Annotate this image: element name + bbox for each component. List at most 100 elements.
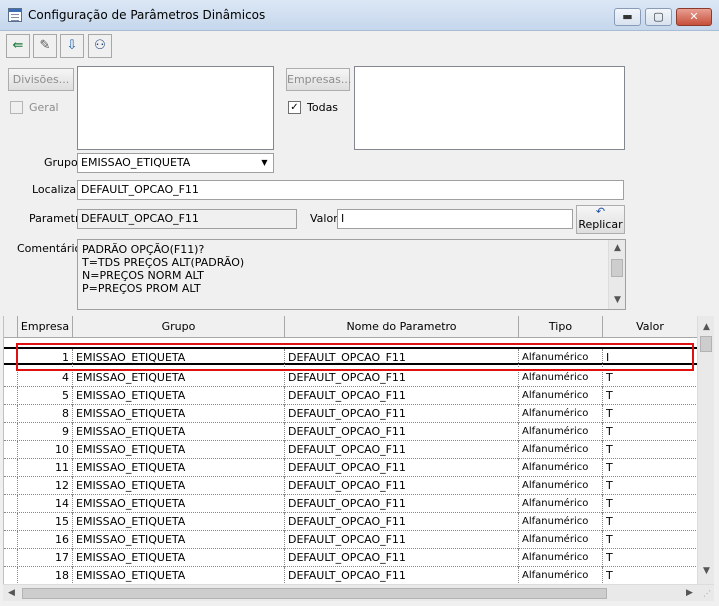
exit-button[interactable]: ⇚: [6, 34, 30, 58]
cell-empresa[interactable]: 16: [18, 531, 73, 549]
scroll-down-icon[interactable]: ▼: [698, 563, 715, 580]
cell-grupo[interactable]: EMISSAO_ETIQUETA: [73, 441, 285, 459]
comentarios-textarea[interactable]: PADRÃO OPÇÃO(F11)? T=TDS PREÇOS ALT(PADR…: [77, 239, 626, 310]
grid-vertical-scrollbar[interactable]: ▲ ▼: [697, 316, 714, 584]
cell-empresa[interactable]: 15: [18, 513, 73, 531]
cell-nome-parametro[interactable]: DEFAULT_OPCAO_F11: [285, 369, 519, 387]
table-row[interactable]: 16 EMISSAO_ETIQUETA DEFAULT_OPCAO_F11 Alfan…: [4, 531, 697, 549]
cell-grupo[interactable]: EMISSAO_ETIQUETA: [73, 477, 285, 495]
cell-tipo[interactable]: Alfanumérico: [519, 549, 603, 567]
cell-empresa[interactable]: 9: [18, 423, 73, 441]
table-row[interactable]: 11 EMISSAO_ETIQUETA DEFAULT_OPCAO_F11 Alfan…: [4, 459, 697, 477]
row-indicator[interactable]: [4, 477, 18, 495]
cell-tipo[interactable]: Alfanumérico: [519, 423, 603, 441]
table-row[interactable]: 14 EMISSAO_ETIQUETA DEFAULT_OPCAO_F11 Alfan…: [4, 495, 697, 513]
scroll-down-icon[interactable]: ▼: [609, 292, 626, 309]
cell-empresa[interactable]: 17: [18, 549, 73, 567]
table-row[interactable]: 12 EMISSAO_ETIQUETA DEFAULT_OPCAO_F11 Alfan…: [4, 477, 697, 495]
cell-empresa[interactable]: 4: [18, 369, 73, 387]
cell-nome-parametro[interactable]: DEFAULT_OPCAO_F11: [285, 567, 519, 584]
empresas-list[interactable]: [354, 66, 625, 150]
localizar-input[interactable]: DEFAULT_OPCAO_F11: [77, 180, 624, 200]
cell-tipo[interactable]: Alfanumérico: [519, 567, 603, 584]
resize-grip-icon[interactable]: ⋰: [703, 589, 713, 599]
cell-tipo[interactable]: Alfanumérico: [519, 405, 603, 423]
cell-grupo[interactable]: EMISSAO_ETIQUETA: [73, 567, 285, 584]
cell-grupo[interactable]: EMISSAO_ETIQUETA: [73, 531, 285, 549]
table-row[interactable]: 4 EMISSAO_ETIQUETA DEFAULT_OPCAO_F11 Alfanu…: [4, 369, 697, 387]
chevron-down-icon[interactable]: ▼: [257, 155, 272, 171]
row-indicator[interactable]: [4, 405, 18, 423]
cell-valor[interactable]: T: [603, 423, 697, 441]
maximize-button[interactable]: ▢: [645, 8, 672, 26]
minimize-button[interactable]: ▬: [614, 8, 641, 26]
cell-tipo[interactable]: Alfanumérico: [519, 459, 603, 477]
row-indicator[interactable]: [4, 459, 18, 477]
cell-grupo[interactable]: EMISSAO_ETIQUETA: [73, 495, 285, 513]
cell-valor[interactable]: T: [603, 369, 697, 387]
cell-empresa[interactable]: 10: [18, 441, 73, 459]
cell-nome-parametro[interactable]: DEFAULT_OPCAO_F11: [285, 495, 519, 513]
search-button[interactable]: ⚇: [88, 34, 112, 58]
cell-nome-parametro[interactable]: DEFAULT_OPCAO_F11: [285, 531, 519, 549]
replicar-button[interactable]: ↶ Replicar: [576, 205, 625, 234]
cell-nome-parametro[interactable]: DEFAULT_OPCAO_F11: [285, 477, 519, 495]
divisoes-button[interactable]: Divisões...: [8, 68, 74, 91]
scroll-up-icon[interactable]: ▲: [698, 319, 715, 336]
column-header-empresa[interactable]: Empresa: [18, 316, 73, 338]
cell-grupo[interactable]: EMISSAO_ETIQUETA: [73, 387, 285, 405]
cell-nome-parametro[interactable]: DEFAULT_OPCAO_F11: [285, 459, 519, 477]
row-indicator[interactable]: [4, 567, 18, 584]
column-header-valor[interactable]: Valor: [603, 316, 697, 338]
row-indicator[interactable]: [4, 549, 18, 567]
clear-button[interactable]: ✎: [33, 34, 57, 58]
cell-nome-parametro[interactable]: DEFAULT_OPCAO_F11: [285, 441, 519, 459]
cell-empresa[interactable]: 5: [18, 387, 73, 405]
cell-empresa[interactable]: 8: [18, 405, 73, 423]
cell-valor[interactable]: T: [603, 495, 697, 513]
table-row[interactable]: 17 EMISSAO_ETIQUETA DEFAULT_OPCAO_F11 Alfan…: [4, 549, 697, 567]
grid-horizontal-scrollbar[interactable]: ◀ ▶: [3, 584, 714, 601]
cell-grupo[interactable]: EMISSAO_ETIQUETA: [73, 513, 285, 531]
cell-valor[interactable]: T: [603, 441, 697, 459]
cell-valor[interactable]: T: [603, 549, 697, 567]
row-indicator[interactable]: [4, 369, 18, 387]
scroll-thumb[interactable]: [22, 588, 607, 599]
cell-tipo[interactable]: Alfanumérico: [519, 477, 603, 495]
cell-tipo[interactable]: Alfanumérico: [519, 369, 603, 387]
todas-checkbox[interactable]: ✓: [288, 101, 301, 114]
scroll-left-icon[interactable]: ◀: [3, 585, 20, 602]
table-row[interactable]: 8 EMISSAO_ETIQUETA DEFAULT_OPCAO_F11 Alfanu…: [4, 405, 697, 423]
column-header-tipo[interactable]: Tipo: [519, 316, 603, 338]
table-row[interactable]: 18 EMISSAO_ETIQUETA DEFAULT_OPCAO_F11 Alfan…: [4, 567, 697, 584]
cell-valor[interactable]: T: [603, 531, 697, 549]
row-indicator[interactable]: [4, 387, 18, 405]
row-indicator[interactable]: [4, 531, 18, 549]
row-indicator[interactable]: [4, 441, 18, 459]
scroll-right-icon[interactable]: ▶: [681, 585, 698, 602]
cell-valor[interactable]: T: [603, 459, 697, 477]
cell-grupo[interactable]: EMISSAO_ETIQUETA: [73, 549, 285, 567]
save-button[interactable]: ⇩: [60, 34, 84, 58]
table-row[interactable]: 9 EMISSAO_ETIQUETA DEFAULT_OPCAO_F11 Alfanu…: [4, 423, 697, 441]
cell-grupo[interactable]: EMISSAO_ETIQUETA: [73, 423, 285, 441]
cell-empresa[interactable]: 14: [18, 495, 73, 513]
cell-tipo[interactable]: Alfanumérico: [519, 495, 603, 513]
scroll-up-icon[interactable]: ▲: [609, 240, 626, 257]
cell-nome-parametro[interactable]: DEFAULT_OPCAO_F11: [285, 405, 519, 423]
cell-valor[interactable]: T: [603, 405, 697, 423]
scroll-thumb[interactable]: [700, 336, 712, 352]
cell-nome-parametro[interactable]: DEFAULT_OPCAO_F11: [285, 513, 519, 531]
divisoes-list[interactable]: [77, 66, 274, 150]
cell-nome-parametro[interactable]: DEFAULT_OPCAO_F11: [285, 423, 519, 441]
cell-grupo[interactable]: EMISSAO_ETIQUETA: [73, 369, 285, 387]
cell-nome-parametro[interactable]: DEFAULT_OPCAO_F11: [285, 549, 519, 567]
cell-empresa[interactable]: 18: [18, 567, 73, 584]
cell-valor[interactable]: T: [603, 477, 697, 495]
row-indicator[interactable]: [4, 423, 18, 441]
cell-valor[interactable]: T: [603, 567, 697, 584]
cell-empresa[interactable]: 12: [18, 477, 73, 495]
grupo-select[interactable]: EMISSAO_ETIQUETA: [77, 153, 274, 173]
table-row[interactable]: 5 EMISSAO_ETIQUETA DEFAULT_OPCAO_F11 Alfanu…: [4, 387, 697, 405]
cell-grupo[interactable]: EMISSAO_ETIQUETA: [73, 405, 285, 423]
